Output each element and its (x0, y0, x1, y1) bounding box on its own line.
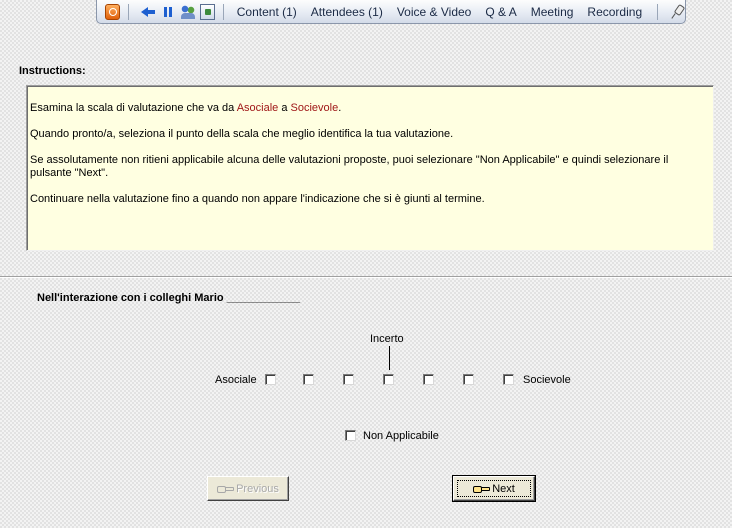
scale-checkbox-3[interactable] (343, 374, 354, 385)
highlight-asociale: Asociale (236, 102, 279, 114)
instructions-heading: Instructions: (19, 65, 86, 77)
scale-checkbox-2[interactable] (303, 374, 314, 385)
not-applicable-checkbox[interactable] (345, 430, 356, 441)
menu-content[interactable]: Content (1) (230, 5, 304, 19)
instruction-text: a (278, 102, 291, 114)
back-arrow-icon[interactable] (140, 4, 155, 20)
toolbar-separator (657, 3, 659, 20)
instruction-line-3: Se assolutamente non ritieni applicabile… (30, 154, 669, 179)
home-icon[interactable] (105, 3, 121, 20)
pointing-hand-icon (217, 484, 235, 494)
scale-checkbox-1[interactable] (265, 374, 276, 385)
question-text: Nell'interazione con i colleghi Mario __… (37, 292, 301, 304)
pointing-hand-icon (473, 484, 491, 494)
scale-checkbox-6[interactable] (463, 374, 474, 385)
instruction-text: Esamina la scala di valutazione che va d… (30, 102, 237, 114)
menu-attendees[interactable]: Attendees (1) (304, 5, 390, 19)
next-button[interactable]: Next (452, 475, 536, 502)
menu-meeting[interactable]: Meeting (524, 5, 581, 19)
not-applicable-label[interactable]: Non Applicabile (363, 430, 439, 442)
scale-checkbox-4[interactable] (383, 374, 394, 385)
attendees-icon[interactable] (179, 3, 195, 20)
scale-midpoint-tick (389, 346, 390, 370)
highlight-socievole: Socievole (290, 102, 339, 114)
scale-left-label: Asociale (215, 374, 257, 386)
previous-button-label: Previous (236, 482, 279, 495)
instruction-text: . (338, 102, 342, 114)
scale-right-label: Socievole (523, 374, 571, 386)
toolbar-separator (222, 3, 224, 20)
scale-midpoint-label: Incerto (370, 333, 404, 345)
toolbar-separator (128, 3, 129, 20)
instruction-line-1: Esamina la scala di valutazione che va d… (30, 102, 705, 115)
menu-recording[interactable]: Recording (580, 5, 649, 19)
scale-checkbox-5[interactable] (423, 374, 434, 385)
menu-qa[interactable]: Q & A (478, 5, 523, 19)
previous-button[interactable]: Previous (207, 476, 289, 501)
section-divider (0, 276, 732, 278)
menu-voice-video[interactable]: Voice & Video (390, 5, 479, 19)
instruction-line-2: Quando pronto/a, seleziona il punto dell… (30, 128, 454, 140)
share-screen-icon[interactable] (199, 3, 215, 20)
meeting-toolbar: Content (1) Attendees (1) Voice & Video … (96, 0, 686, 24)
focus-rectangle (457, 480, 531, 497)
scale-checkbox-7[interactable] (503, 374, 514, 385)
pause-icon[interactable] (160, 4, 175, 20)
pin-icon[interactable] (670, 4, 685, 20)
instruction-line-4: Continuare nella valutazione fino a quan… (30, 193, 485, 205)
instructions-panel: Esamina la scala di valutazione che va d… (26, 85, 714, 251)
